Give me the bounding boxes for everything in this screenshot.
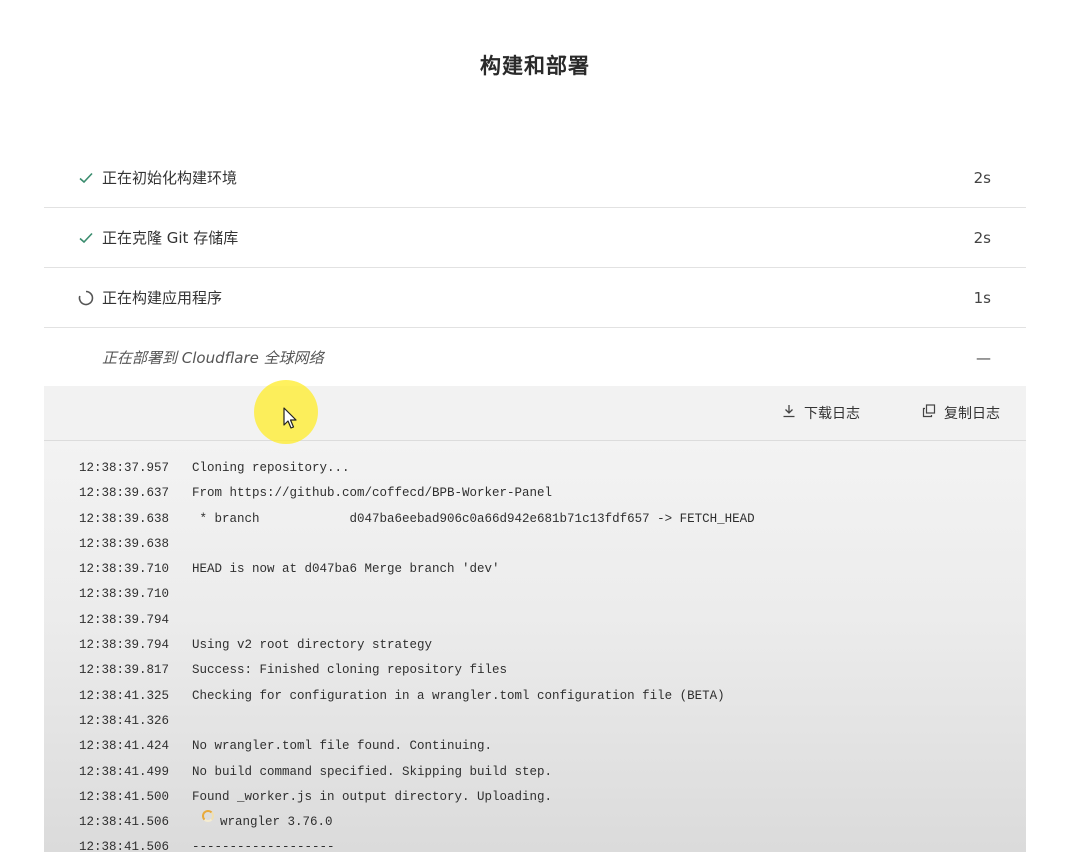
build-log-panel: 下载日志 复制日志 12:38:37.957 Cloning repository… (44, 386, 1026, 852)
download-log-button[interactable]: 下载日志 (782, 403, 860, 423)
log-line: 12:38:39.710 HEAD is now at d047ba6 Merge… (79, 562, 500, 577)
loading-spinner-icon (78, 290, 94, 306)
log-line: 12:38:39.794 Using v2 root directory stra… (79, 638, 433, 653)
log-line: 12:38:39.817 Success: Finished cloning re… (79, 663, 508, 678)
log-line: 12:38:39.638 (79, 536, 170, 551)
step-duration: 2s (973, 228, 991, 247)
step-duration: — (976, 348, 991, 367)
build-deploy-page: 构建和部署 正在初始化构建环境 2s 正在克隆 Git 存储库 2s 正在构建应… (0, 0, 1080, 852)
step-label: 正在初始化构建环境 (102, 169, 238, 187)
step-label: 正在部署到 Cloudflare 全球网络 (102, 349, 324, 367)
log-line: 12:38:41.326 (79, 713, 170, 728)
step-build-application[interactable]: 正在构建应用程序 1s (44, 268, 1026, 328)
step-deploy-network[interactable]: 正在部署到 Cloudflare 全球网络 — (44, 328, 1026, 387)
log-line: 12:38:39.637 From https://github.com/coff… (79, 486, 553, 501)
log-line: 12:38:39.710 (79, 587, 170, 602)
step-init-environment[interactable]: 正在初始化构建环境 2s (44, 148, 1026, 208)
log-toolbar: 下载日志 复制日志 (44, 386, 1026, 441)
copy-icon (922, 404, 936, 422)
download-icon (782, 404, 796, 422)
download-log-label: 下载日志 (804, 406, 860, 422)
step-label: 正在克隆 Git 存储库 (102, 229, 239, 247)
log-line: 12:38:41.506 ------------------- (79, 840, 335, 852)
log-line: 12:38:37.957 Cloning repository... (79, 461, 350, 475)
log-line: 12:38:39.638 * branch d047ba6eebad906c0a… (79, 511, 755, 526)
log-line: 12:38:39.794 (79, 612, 170, 627)
copy-log-button[interactable]: 复制日志 (922, 403, 1000, 423)
log-output[interactable]: 12:38:37.957 Cloning repository... 12:38:… (44, 441, 1026, 852)
log-line: 12:38:41.325 Checking for configuration i… (79, 688, 725, 703)
log-line: 12:38:41.424 No wrangler.toml file found.… (79, 739, 493, 754)
log-line: 12:38:41.506 wrangler 3.76.0 (44, 810, 1026, 835)
wrangler-spinner-icon (202, 810, 214, 823)
step-duration: 2s (973, 168, 991, 187)
copy-log-label: 复制日志 (944, 406, 1000, 422)
step-duration: 1s (973, 288, 991, 307)
page-title: 构建和部署 (480, 54, 590, 78)
log-line: 12:38:41.500 Found _worker.js in output d… (79, 789, 553, 804)
check-icon (78, 230, 94, 246)
step-label: 正在构建应用程序 (102, 289, 223, 307)
step-clone-repository[interactable]: 正在克隆 Git 存储库 2s (44, 208, 1026, 268)
check-icon (78, 170, 94, 186)
build-steps-list: 正在初始化构建环境 2s 正在克隆 Git 存储库 2s 正在构建应用程序 1s… (44, 148, 1026, 387)
log-line: 12:38:41.499 No build command specified. … (79, 764, 553, 779)
